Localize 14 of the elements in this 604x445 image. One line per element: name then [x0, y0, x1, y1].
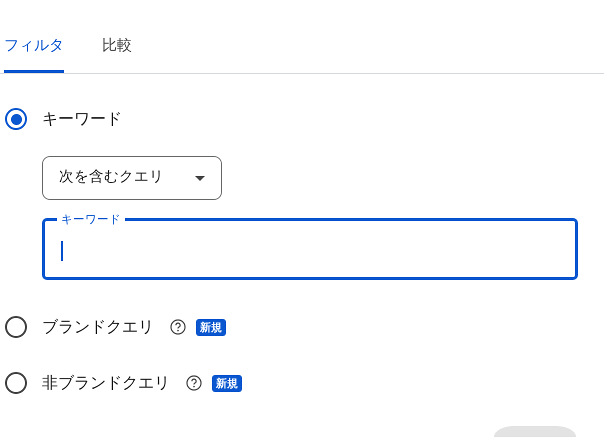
- option-label: ブランドクエリ: [42, 316, 154, 338]
- radio-button[interactable]: [5, 372, 27, 394]
- help-icon[interactable]: [186, 375, 202, 391]
- help-icon[interactable]: [170, 319, 186, 335]
- new-badge: 新規: [196, 318, 226, 336]
- option-label: 非ブランドクエリ: [42, 372, 170, 394]
- option-label: キーワード: [42, 108, 122, 130]
- radio-button[interactable]: [5, 108, 27, 130]
- radio-button[interactable]: [5, 316, 27, 338]
- tab[interactable]: 比較: [102, 34, 132, 73]
- caret-icon: [195, 176, 205, 180]
- tab[interactable]: フィルタ: [4, 34, 64, 73]
- match-dropdown[interactable]: 次を含むクエリ: [42, 156, 222, 200]
- new-badge: 新規: [212, 374, 242, 392]
